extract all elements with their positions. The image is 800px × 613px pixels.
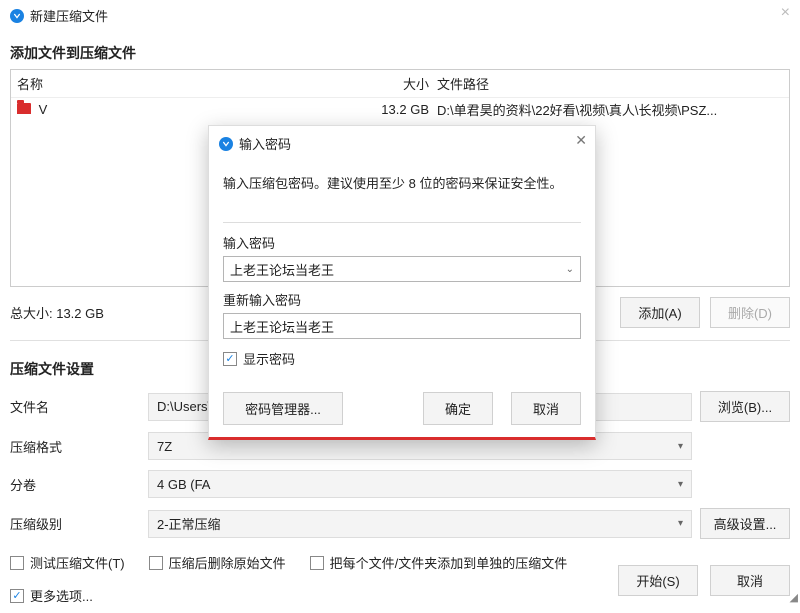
checkbox-checked-icon: ✓ bbox=[10, 589, 24, 603]
dialog-cancel-button[interactable]: 取消 bbox=[511, 392, 581, 425]
dialog-title: 输入密码 bbox=[239, 134, 291, 153]
browse-button[interactable]: 浏览(B)... bbox=[700, 391, 790, 422]
folder-icon bbox=[17, 103, 31, 114]
dialog-hint: 输入压缩包密码。建议使用至少 8 位的密码来保证安全性。 bbox=[223, 167, 581, 222]
chevron-down-icon: ▾ bbox=[678, 479, 683, 490]
split-select[interactable]: 4 GB (FA ▾ bbox=[148, 470, 692, 498]
add-files-heading: 添加文件到压缩文件 bbox=[0, 31, 800, 69]
format-label: 压缩格式 bbox=[10, 437, 140, 456]
resize-grip-icon[interactable]: ◢ bbox=[790, 591, 798, 604]
chevron-down-icon: ▾ bbox=[678, 441, 683, 452]
window-title: 新建压缩文件 bbox=[30, 6, 108, 25]
add-button[interactable]: 添加(A) bbox=[620, 297, 700, 328]
checkbox-icon bbox=[310, 556, 324, 570]
repeat-password-input[interactable]: 上老王论坛当老王 bbox=[223, 313, 581, 339]
file-list-header: 名称 大小 文件路径 bbox=[11, 70, 789, 98]
file-size: 13.2 GB bbox=[377, 102, 437, 117]
password-dialog: 输入密码 ✕ 输入压缩包密码。建议使用至少 8 位的密码来保证安全性。 输入密码… bbox=[208, 125, 596, 440]
col-size[interactable]: 大小 bbox=[377, 74, 437, 93]
file-path: D:\单君昊的资料\22好看\视频\真人\长视频\PSZ... bbox=[437, 100, 783, 119]
more-options-checkbox[interactable]: ✓ 更多选项... bbox=[10, 586, 93, 605]
col-name[interactable]: 名称 bbox=[17, 74, 377, 93]
password-input[interactable]: 上老王论坛当老王 ⌄ bbox=[223, 256, 581, 282]
filename-label: 文件名 bbox=[10, 397, 140, 416]
file-row[interactable]: V 13.2 GB D:\单君昊的资料\22好看\视频\真人\长视频\PSZ..… bbox=[11, 98, 789, 121]
checkbox-checked-icon: ✓ bbox=[223, 352, 237, 366]
chevron-down-icon[interactable]: ⌄ bbox=[566, 264, 574, 275]
checkbox-icon bbox=[149, 556, 163, 570]
delete-button: 删除(D) bbox=[710, 297, 790, 328]
app-icon bbox=[219, 137, 233, 151]
delete-original-checkbox[interactable]: 压缩后删除原始文件 bbox=[149, 553, 286, 572]
dialog-titlebar: 输入密码 ✕ bbox=[209, 126, 595, 161]
level-label: 压缩级别 bbox=[10, 514, 140, 533]
ok-button[interactable]: 确定 bbox=[423, 392, 493, 425]
col-path[interactable]: 文件路径 bbox=[437, 74, 783, 93]
window-titlebar: 新建压缩文件 × bbox=[0, 0, 800, 31]
start-button[interactable]: 开始(S) bbox=[618, 565, 698, 596]
repeat-password-label: 重新输入密码 bbox=[223, 290, 581, 309]
split-label: 分卷 bbox=[10, 475, 140, 494]
checkbox-icon bbox=[10, 556, 24, 570]
divider bbox=[223, 222, 581, 223]
password-label: 输入密码 bbox=[223, 233, 581, 252]
level-select[interactable]: 2-正常压缩 ▾ bbox=[148, 510, 692, 538]
window-close-icon[interactable]: × bbox=[781, 4, 790, 22]
file-name: V bbox=[39, 102, 48, 117]
dialog-close-icon[interactable]: ✕ bbox=[575, 132, 587, 149]
cancel-button[interactable]: 取消 bbox=[710, 565, 790, 596]
show-password-checkbox[interactable]: ✓ 显示密码 bbox=[223, 349, 295, 368]
total-size-label: 总大小: 13.2 GB bbox=[10, 303, 104, 322]
test-archive-checkbox[interactable]: 测试压缩文件(T) bbox=[10, 553, 125, 572]
password-manager-button[interactable]: 密码管理器... bbox=[223, 392, 343, 425]
each-separate-checkbox[interactable]: 把每个文件/文件夹添加到单独的压缩文件 bbox=[310, 553, 568, 572]
chevron-down-icon: ▾ bbox=[678, 518, 683, 529]
app-icon bbox=[10, 9, 24, 23]
advanced-button[interactable]: 高级设置... bbox=[700, 508, 790, 539]
